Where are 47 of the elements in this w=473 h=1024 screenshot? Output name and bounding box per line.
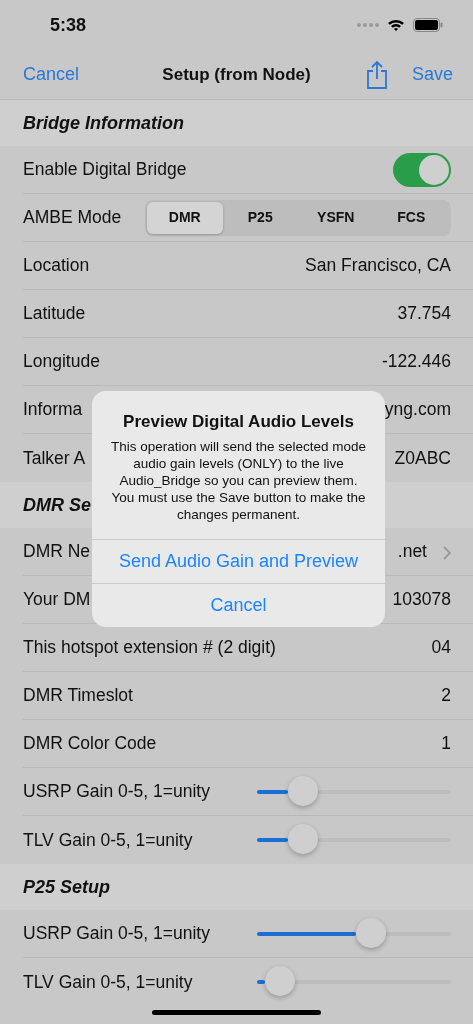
slider-thumb[interactable]: [288, 775, 319, 806]
row-label: DMR Timeslot: [23, 684, 133, 708]
battery-icon: [413, 18, 443, 32]
section-header: Bridge Information: [23, 111, 184, 135]
row-label: Enable Digital Bridge: [23, 158, 187, 182]
row-label: AMBE Mode: [23, 206, 122, 230]
row-value: 103078: [392, 588, 451, 612]
row-value: 2: [441, 684, 451, 708]
chevron-icon: [443, 545, 451, 560]
slider-thumb[interactable]: [288, 824, 319, 854]
status-time: 5:38: [50, 13, 87, 37]
share-icon[interactable]: [365, 59, 388, 90]
row-label: Latitude: [23, 302, 86, 326]
wifi-icon: [387, 18, 405, 32]
slider-thumb[interactable]: [264, 966, 295, 996]
segment-tab[interactable]: P25: [222, 201, 298, 234]
segment-tab[interactable]: YSFN: [298, 201, 374, 234]
dialog-title: Preview Digital Audio Levels: [122, 411, 355, 433]
segment-tab[interactable]: DMR: [147, 201, 223, 234]
row-label: Longitude: [23, 350, 100, 374]
row-value: yng.com: [384, 398, 451, 422]
row-value: San Francisco, CA: [305, 254, 451, 278]
row-label: TLV Gain 0-5, 1=unity: [23, 828, 193, 852]
row-value: 37.754: [397, 302, 451, 326]
row-label: DMR Ne: [23, 540, 91, 564]
section-header: DMR Se: [23, 493, 91, 517]
row-label: Location: [23, 254, 90, 278]
row-label: TLV Gain 0-5, 1=unity: [23, 970, 193, 994]
dialog-message: This operation will send the selected mode audio gain levels (ONLY) to the live Audio_Bridge so you can preview them. You must use the Save button to make the changes permanent.: [109, 437, 368, 523]
row-label: Talker A: [23, 446, 86, 470]
row-label: This hotspot extension # (2 digit): [23, 636, 276, 660]
row-label: USRP Gain 0-5, 1=unity: [23, 922, 210, 946]
nav-title: Setup (from Node): [162, 63, 311, 86]
row-value: 04: [431, 636, 451, 660]
toggle-switch[interactable]: [393, 152, 451, 187]
signal-icon: [357, 23, 379, 27]
row-value: .net: [397, 540, 427, 564]
row-value: 1: [441, 732, 451, 756]
section-header: P25 Setup: [23, 875, 111, 899]
row-label: Your DM: [23, 588, 91, 612]
row-label: Informa: [23, 398, 83, 422]
segment-tab[interactable]: FCS: [373, 201, 449, 234]
row-label: USRP Gain 0-5, 1=unity: [23, 780, 210, 804]
row-label: DMR Color Code: [23, 732, 157, 756]
row-value: Z0ABC: [394, 446, 451, 470]
slider-thumb[interactable]: [355, 917, 386, 948]
row-value: -122.446: [381, 350, 451, 374]
